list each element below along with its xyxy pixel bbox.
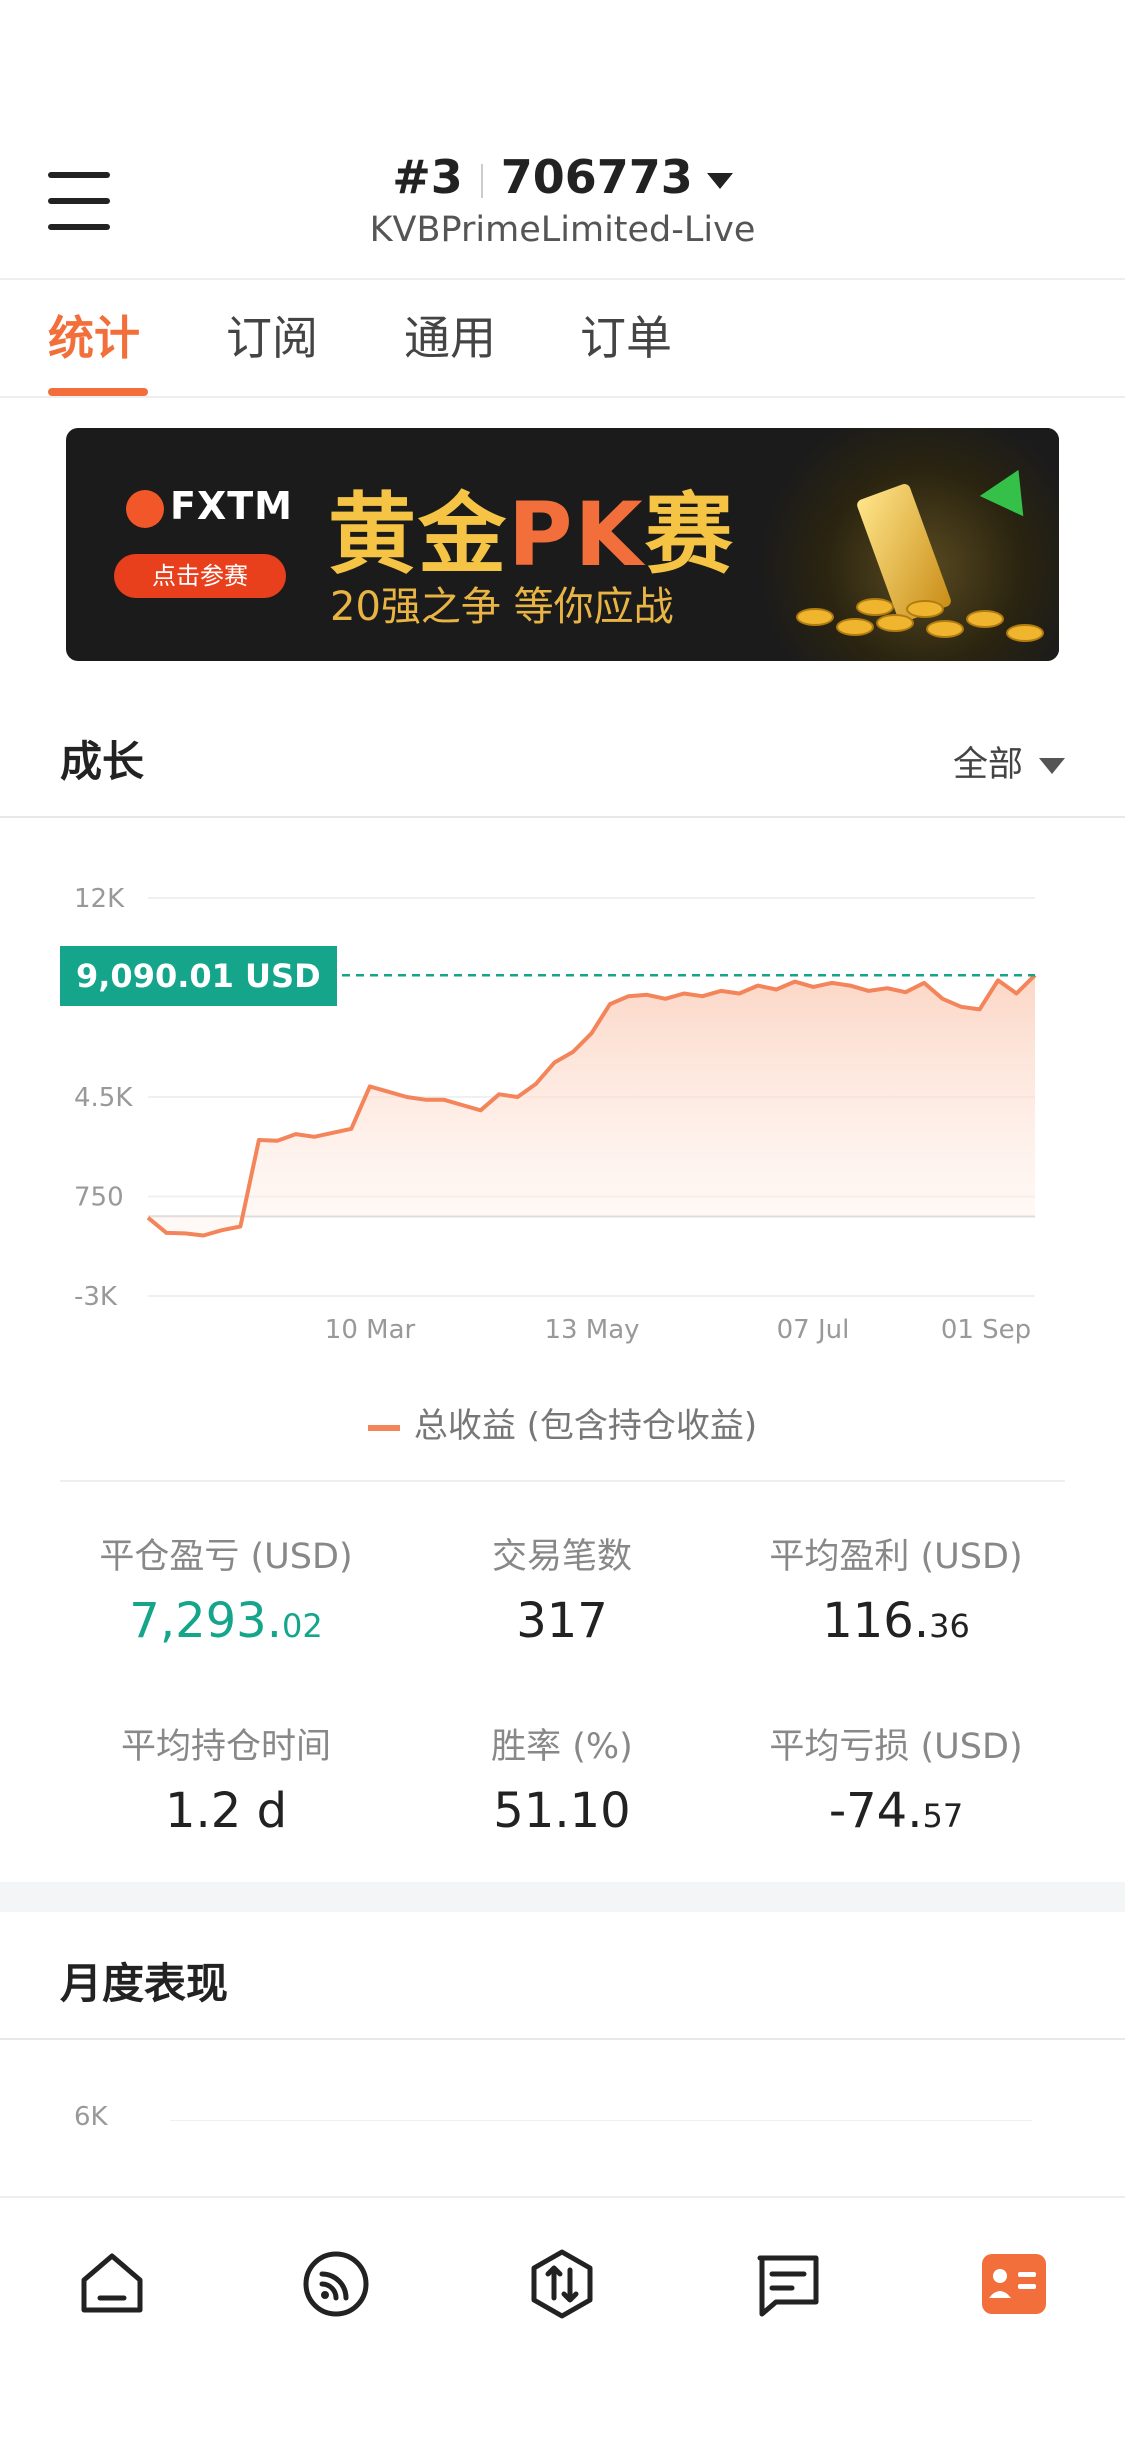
y-tick-label: 750: [74, 1183, 124, 1213]
current-value-tag: 9,090.01 USD: [60, 946, 337, 1006]
tab-subscription[interactable]: 订阅: [226, 302, 318, 398]
tab-indicator: [48, 388, 148, 396]
x-tick-label: 13 May: [544, 1315, 639, 1345]
monthly-title: 月度表现: [60, 1959, 229, 2008]
message-icon[interactable]: [752, 2248, 824, 2320]
account-number: #3: [392, 150, 463, 204]
growth-area-fill: [148, 975, 1035, 1236]
chevron-down-icon: [706, 172, 733, 189]
app-header: #3 706773 KVBPrimeLimited-Live: [0, 0, 1125, 278]
period-dropdown[interactable]: 全部: [953, 736, 1065, 787]
promo-banner[interactable]: FXTM 点击参赛 黄金PK赛 20强之争 等你应战: [66, 428, 1059, 661]
x-tick-label: 07 Jul: [777, 1315, 850, 1345]
growth-chart: 12K 4.5K 750 -3K 10 Mar 13 May 07 Jul 01 Sep: [74, 884, 1037, 1345]
stat-avg-loss: 平均亏损 (USD) -74.57: [769, 1727, 1023, 1839]
broker-name: KVBPrimeLimited-Live: [369, 210, 756, 250]
chart-legend: 总收益 (包含持仓收益): [0, 1398, 1125, 1447]
tab-orders[interactable]: 订单: [580, 302, 672, 398]
trade-icon[interactable]: [526, 2248, 598, 2320]
stat-win-rate: 胜率 (%) 51.10: [491, 1727, 633, 1839]
stat-closed-pnl: 平仓盈亏 (USD) 7,293.02: [99, 1537, 353, 1649]
growth-title: 成长: [60, 737, 145, 786]
stat-trade-count: 交易笔数 317: [491, 1537, 632, 1649]
y-tick-label: 12K: [74, 884, 125, 914]
banner-title: 黄金PK赛: [328, 483, 735, 586]
tab-bar: 统计 订阅 通用 订单: [0, 280, 1125, 398]
chevron-down-icon: [1039, 758, 1065, 774]
banner-subtitle: 20强之争 等你应战: [330, 584, 674, 630]
bottom-nav: [0, 2196, 1125, 2438]
fxtm-logo: FXTM: [126, 484, 293, 528]
y-tick-label: -3K: [74, 1282, 118, 1312]
monthly-y-tick: 6K: [74, 2102, 108, 2132]
signal-icon[interactable]: [300, 2248, 372, 2320]
join-contest-button[interactable]: 点击参赛: [114, 554, 286, 598]
home-icon[interactable]: [76, 2248, 148, 2320]
x-tick-label: 10 Mar: [325, 1315, 416, 1345]
stat-avg-profit: 平均盈利 (USD) 116.36: [769, 1537, 1023, 1649]
account-selector[interactable]: #3 706773: [0, 150, 1125, 204]
y-tick-label: 4.5K: [74, 1083, 133, 1113]
stat-avg-hold-time: 平均持仓时间 1.2 d: [120, 1727, 331, 1839]
x-tick-label: 01 Sep: [941, 1315, 1031, 1345]
profile-icon[interactable]: [978, 2248, 1050, 2320]
tab-general[interactable]: 通用: [404, 302, 496, 398]
tab-statistics[interactable]: 统计: [48, 302, 140, 398]
account-id: 706773: [500, 150, 693, 204]
gold-illustration: [756, 428, 1059, 661]
legend-swatch: [367, 1424, 400, 1431]
